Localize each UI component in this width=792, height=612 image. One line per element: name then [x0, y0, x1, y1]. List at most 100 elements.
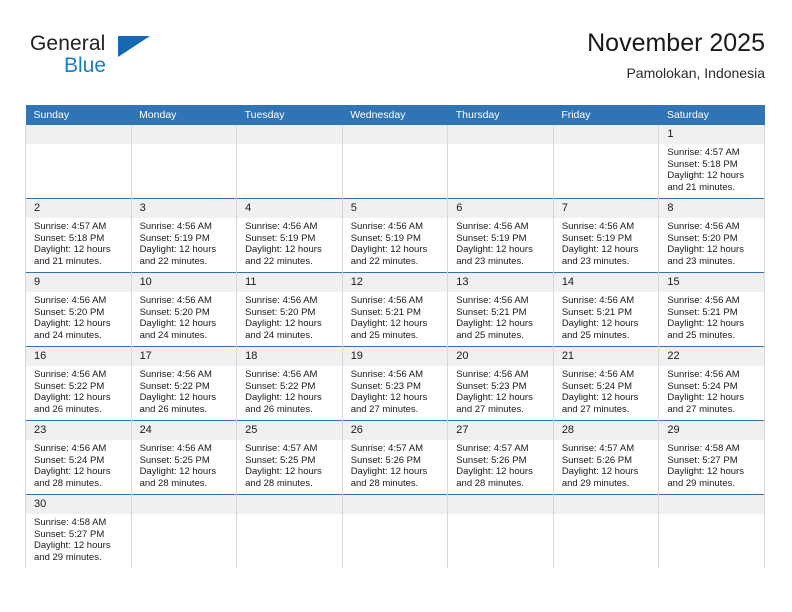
calendar-day-cell-empty — [130, 125, 238, 199]
calendar-day-cell[interactable]: 22 Sunrise: 4:56 AM Sunset: 5:24 PM Dayligh… — [658, 346, 765, 421]
sunset-text: Sunset: 5:20 PM — [667, 232, 738, 244]
day-number: 24 — [131, 421, 237, 440]
day-details: Sunrise: 4:57 AM Sunset: 5:26 PM Daylight:… — [448, 440, 553, 489]
sunset-text: Sunset: 5:22 PM — [34, 380, 105, 392]
daylight-text-line2: and 28 minutes. — [245, 477, 313, 489]
calendar-day-cell[interactable]: 27 Sunrise: 4:57 AM Sunset: 5:26 PM Dayligh… — [447, 420, 554, 495]
daylight-text-line2: and 21 minutes. — [667, 181, 735, 193]
sunset-text: Sunset: 5:21 PM — [456, 306, 527, 318]
day-number — [237, 125, 342, 144]
daylight-text-line2: and 26 minutes. — [34, 403, 102, 415]
day-number: 29 — [659, 421, 764, 440]
sunrise-text: Sunrise: 4:56 AM — [139, 295, 212, 306]
calendar-day-cell[interactable]: 8 Sunrise: 4:56 AM Sunset: 5:20 PM Daylight… — [658, 198, 765, 273]
calendar-day-cell[interactable]: 11 Sunrise: 4:56 AM Sunset: 5:20 PM Dayligh… — [236, 272, 343, 347]
calendar-day-cell[interactable]: 7 Sunrise: 4:56 AM Sunset: 5:19 PM Daylight… — [552, 198, 660, 273]
sunset-text: Sunset: 5:25 PM — [245, 454, 316, 466]
day-details: Sunrise: 4:56 AM Sunset: 5:22 PM Daylight:… — [237, 366, 342, 415]
sunset-text: Sunset: 5:20 PM — [245, 306, 316, 318]
day-number: 21 — [553, 347, 659, 366]
calendar-day-cell[interactable]: 21 Sunrise: 4:56 AM Sunset: 5:24 PM Dayligh… — [552, 346, 660, 421]
daylight-text-line2: and 26 minutes. — [139, 403, 208, 415]
calendar-day-cell[interactable]: 5 Sunrise: 4:56 AM Sunset: 5:19 PM Daylight… — [341, 198, 449, 273]
daylight-text-line2: and 29 minutes. — [667, 477, 735, 489]
daylight-text-line2: and 22 minutes. — [139, 255, 208, 267]
triangle-right-icon — [118, 36, 150, 57]
sunrise-text: Sunrise: 4:57 AM — [350, 443, 424, 454]
calendar-day-cell[interactable]: 4 Sunrise: 4:56 AM Sunset: 5:19 PM Daylight… — [236, 198, 343, 273]
calendar-day-cell[interactable]: 9 Sunrise: 4:56 AM Sunset: 5:20 PM Daylight… — [25, 272, 132, 347]
calendar-day-cell[interactable]: 29 Sunrise: 4:58 AM Sunset: 5:27 PM Dayligh… — [658, 420, 765, 495]
calendar-day-cell[interactable]: 12 Sunrise: 4:56 AM Sunset: 5:21 PM Dayligh… — [341, 272, 449, 347]
daylight-text-line1: Daylight: 12 hours — [245, 318, 322, 330]
day-details: Sunrise: 4:56 AM Sunset: 5:20 PM Daylight:… — [659, 218, 764, 267]
calendar-week-row: 16 Sunrise: 4:56 AM Sunset: 5:22 PM Dayligh… — [25, 346, 765, 421]
weekday-header-thursday: Thursday — [447, 105, 554, 125]
brand-logo[interactable]: General Blue — [30, 32, 210, 92]
calendar-day-cell-empty — [552, 125, 660, 199]
calendar-page: General Blue November 2025 Pamolokan, In… — [0, 0, 792, 612]
sunrise-text: Sunrise: 4:57 AM — [667, 147, 740, 158]
day-details: Sunrise: 4:56 AM Sunset: 5:21 PM Daylight:… — [659, 292, 764, 341]
sunset-text: Sunset: 5:19 PM — [139, 232, 210, 244]
sunrise-text: Sunrise: 4:58 AM — [34, 517, 107, 528]
calendar-body: 1 Sunrise: 4:57 AM Sunset: 5:18 PM Daylight… — [25, 125, 765, 568]
calendar-day-cell-empty — [25, 125, 132, 199]
weekday-header-tuesday: Tuesday — [236, 105, 343, 125]
daylight-text-line2: and 23 minutes. — [456, 255, 524, 267]
calendar-day-cell[interactable]: 15 Sunrise: 4:56 AM Sunset: 5:21 PM Dayligh… — [658, 272, 765, 347]
daylight-text-line2: and 27 minutes. — [561, 403, 630, 415]
sunset-text: Sunset: 5:20 PM — [139, 306, 210, 318]
calendar-day-cell[interactable]: 20 Sunrise: 4:56 AM Sunset: 5:23 PM Dayligh… — [447, 346, 554, 421]
sunset-text: Sunset: 5:20 PM — [34, 306, 105, 318]
daylight-text-line1: Daylight: 12 hours — [34, 466, 111, 478]
calendar-day-cell[interactable]: 17 Sunrise: 4:56 AM Sunset: 5:22 PM Dayligh… — [130, 346, 238, 421]
calendar-day-cell[interactable]: 14 Sunrise: 4:56 AM Sunset: 5:21 PM Dayligh… — [552, 272, 660, 347]
calendar-day-cell-empty — [341, 125, 449, 199]
sunset-text: Sunset: 5:19 PM — [456, 232, 527, 244]
day-number: 8 — [659, 199, 764, 218]
day-number: 30 — [26, 495, 131, 514]
calendar-day-cell[interactable]: 26 Sunrise: 4:57 AM Sunset: 5:26 PM Dayligh… — [341, 420, 449, 495]
calendar-day-cell[interactable]: 16 Sunrise: 4:56 AM Sunset: 5:22 PM Dayligh… — [25, 346, 132, 421]
calendar-day-cell[interactable]: 28 Sunrise: 4:57 AM Sunset: 5:26 PM Dayligh… — [552, 420, 660, 495]
sunset-text: Sunset: 5:21 PM — [350, 306, 421, 318]
calendar-day-cell[interactable]: 25 Sunrise: 4:57 AM Sunset: 5:25 PM Dayligh… — [236, 420, 343, 495]
daylight-text-line1: Daylight: 12 hours — [561, 244, 639, 256]
sunrise-text: Sunrise: 4:56 AM — [34, 295, 107, 306]
calendar-day-cell[interactable]: 30 Sunrise: 4:58 AM Sunset: 5:27 PM Dayligh… — [25, 494, 132, 568]
calendar-day-cell[interactable]: 1 Sunrise: 4:57 AM Sunset: 5:18 PM Daylight… — [658, 125, 765, 199]
sunset-text: Sunset: 5:26 PM — [456, 454, 527, 466]
daylight-text-line2: and 25 minutes. — [561, 329, 630, 341]
day-number: 4 — [237, 199, 342, 218]
calendar-week-row: 9 Sunrise: 4:56 AM Sunset: 5:20 PM Daylight… — [25, 272, 765, 347]
daylight-text-line2: and 27 minutes. — [667, 403, 735, 415]
calendar-day-cell[interactable]: 19 Sunrise: 4:56 AM Sunset: 5:23 PM Dayligh… — [341, 346, 449, 421]
calendar-day-cell[interactable]: 10 Sunrise: 4:56 AM Sunset: 5:20 PM Dayligh… — [130, 272, 238, 347]
day-details: Sunrise: 4:56 AM Sunset: 5:19 PM Daylight:… — [554, 218, 659, 267]
day-number: 3 — [131, 199, 237, 218]
weekday-header-saturday: Saturday — [658, 105, 765, 125]
calendar-day-cell[interactable]: 23 Sunrise: 4:56 AM Sunset: 5:24 PM Dayligh… — [25, 420, 132, 495]
sunrise-text: Sunrise: 4:57 AM — [34, 221, 107, 232]
daylight-text-line1: Daylight: 12 hours — [667, 170, 744, 182]
calendar-day-cell[interactable]: 24 Sunrise: 4:56 AM Sunset: 5:25 PM Dayligh… — [130, 420, 238, 495]
calendar-day-cell[interactable]: 6 Sunrise: 4:56 AM Sunset: 5:19 PM Daylight… — [447, 198, 554, 273]
sunset-text: Sunset: 5:24 PM — [34, 454, 105, 466]
day-number — [131, 125, 237, 144]
daylight-text-line1: Daylight: 12 hours — [456, 392, 533, 404]
daylight-text-line2: and 24 minutes. — [139, 329, 208, 341]
sunrise-text: Sunrise: 4:57 AM — [561, 443, 635, 454]
daylight-text-line2: and 27 minutes. — [350, 403, 419, 415]
daylight-text-line1: Daylight: 12 hours — [245, 392, 322, 404]
calendar-day-cell[interactable]: 18 Sunrise: 4:56 AM Sunset: 5:22 PM Dayligh… — [236, 346, 343, 421]
daylight-text-line2: and 25 minutes. — [350, 329, 419, 341]
daylight-text-line2: and 25 minutes. — [667, 329, 735, 341]
daylight-text-line2: and 28 minutes. — [350, 477, 419, 489]
calendar-day-cell[interactable]: 3 Sunrise: 4:56 AM Sunset: 5:19 PM Daylight… — [130, 198, 238, 273]
calendar-day-cell[interactable]: 2 Sunrise: 4:57 AM Sunset: 5:18 PM Daylight… — [25, 198, 132, 273]
calendar-day-cell[interactable]: 13 Sunrise: 4:56 AM Sunset: 5:21 PM Dayligh… — [447, 272, 554, 347]
day-number: 7 — [553, 199, 659, 218]
weekday-header-wednesday: Wednesday — [342, 105, 448, 125]
sunrise-text: Sunrise: 4:56 AM — [245, 295, 318, 306]
